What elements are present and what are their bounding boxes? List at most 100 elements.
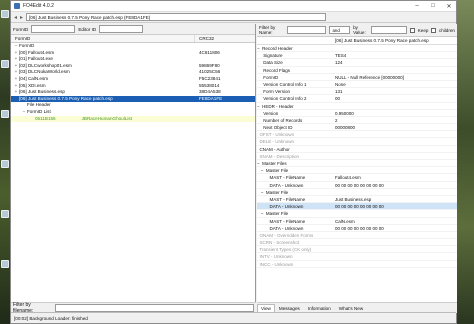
field-value[interactable]: Just Business.esp: [333, 196, 457, 202]
record-field-row[interactable]: Next Object ID 00000800: [257, 124, 457, 132]
field-value[interactable]: 0.950000: [333, 110, 457, 116]
keep-checkbox[interactable]: [410, 27, 415, 33]
tree-row[interactable]: − FormID List: [11, 109, 255, 116]
field-value[interactable]: [333, 138, 457, 144]
field-value[interactable]: [333, 261, 457, 267]
record-field-row[interactable]: − Master File: [257, 167, 457, 175]
field-value[interactable]: 00 00 00 00 00 00 00 00: [333, 182, 457, 188]
maximize-icon[interactable]: □: [429, 3, 437, 10]
desktop-shortcut-icon[interactable]: [1, 60, 9, 68]
field-value[interactable]: 131: [333, 88, 457, 94]
record-field-row[interactable]: Number of Records 2: [257, 117, 457, 125]
field-value[interactable]: None: [333, 81, 457, 87]
tree-row[interactable]: + [04] CalN.esm F5C23841: [11, 76, 255, 83]
record-field-row[interactable]: INTV - Unknown: [257, 253, 457, 261]
field-value[interactable]: [333, 153, 457, 159]
record-field-row[interactable]: ONAM - Overridden Forms: [257, 232, 457, 240]
record-field-row[interactable]: − Master Files: [257, 160, 457, 168]
desktop-shortcut-icon[interactable]: [1, 160, 9, 168]
desktop-shortcut-icon[interactable]: [1, 260, 9, 268]
field-value[interactable]: [333, 253, 457, 259]
record-field-row[interactable]: DATA - Unknown 00 00 00 00 00 00 00 00: [257, 182, 457, 189]
tree-row-label: [06] Just Business 0.7.5 Pony Race patch…: [19, 95, 113, 101]
field-value[interactable]: [333, 160, 457, 166]
tree-row[interactable]: 0511B156 JBRaceHumanGhoulList: [11, 115, 255, 123]
record-field-row[interactable]: MAST - FileName Just Business.esp: [257, 196, 457, 204]
filter-value-input[interactable]: [371, 26, 408, 34]
tree-row[interactable]: + [01] Fallout4.exe: [11, 56, 255, 63]
path-bar: ◂ ▸ [06] Just Business 0.7.5 Pony Race p…: [11, 12, 456, 23]
children-checkbox[interactable]: [431, 27, 436, 33]
field-value[interactable]: 124: [333, 59, 457, 65]
tree-row[interactable]: − [06] Just Business 0.7.5 Pony Race patc…: [11, 95, 255, 103]
record-field-row[interactable]: DATA - Unknown 00 00 00 00 00 00 00 00: [257, 203, 457, 211]
field-value[interactable]: Fallout4.esm: [333, 174, 457, 180]
tree-row[interactable]: File Header: [11, 102, 255, 109]
field-value[interactable]: [333, 146, 457, 152]
record-field-row[interactable]: FormID NULL - Null Reference [00000000]: [257, 74, 457, 81]
current-record-path[interactable]: [06] Just Business 0.7.5 Pony Race patch…: [26, 13, 327, 21]
desktop-shortcut-icon[interactable]: [1, 210, 9, 218]
formid-input[interactable]: [31, 25, 76, 33]
filter-filename-input[interactable]: [54, 304, 254, 312]
record-field-row[interactable]: Data Size 124: [257, 59, 457, 67]
tree-row[interactable]: + [06] Just Business.esp 38D4A538: [11, 89, 255, 96]
editorid-input[interactable]: [99, 25, 144, 33]
filter-name-input[interactable]: [287, 26, 327, 34]
tree-row[interactable]: + [02] DLCworkshop01.esm 59869F80: [11, 63, 255, 70]
minimize-icon[interactable]: –: [413, 3, 421, 10]
tree-row[interactable]: + [00] Fallout4.esm 4C811806: [11, 50, 255, 57]
record-field-row[interactable]: MAST - FileName Fallout4.esm: [257, 174, 457, 182]
field-value[interactable]: [333, 239, 457, 245]
column-formid[interactable]: FormID: [11, 35, 195, 42]
field-value[interactable]: [333, 210, 457, 216]
field-value[interactable]: 00 00 00 00 00 00 00 00: [333, 225, 457, 231]
field-value[interactable]: [333, 67, 457, 73]
and-or-select[interactable]: and: [329, 26, 351, 34]
field-value[interactable]: [333, 232, 457, 238]
record-field-row[interactable]: OFST - Unknown: [257, 131, 457, 139]
tree-row[interactable]: − FormID: [11, 43, 255, 50]
record-field-row[interactable]: Version 0.950000: [257, 110, 457, 117]
field-label: MAST - FileName: [257, 175, 306, 181]
forward-arrow-icon[interactable]: ▸: [20, 14, 23, 21]
close-icon[interactable]: ✕: [445, 3, 453, 10]
field-value[interactable]: [333, 131, 457, 137]
field-value[interactable]: [333, 246, 457, 252]
field-value[interactable]: 00000800: [333, 124, 457, 130]
record-field-row[interactable]: CNAM - Author: [257, 146, 457, 153]
field-value[interactable]: 2: [333, 117, 457, 123]
field-label: INTV - Unknown: [257, 254, 293, 260]
record-field-row[interactable]: SNAM - Description: [257, 153, 457, 160]
record-field-row[interactable]: MAST - FileName CalN.esm: [257, 218, 457, 225]
back-arrow-icon[interactable]: ◂: [14, 14, 17, 21]
record-field-row[interactable]: − Master File: [257, 189, 457, 196]
field-value[interactable]: CalN.esm: [333, 218, 457, 224]
record-field-row[interactable]: Record Flags: [257, 67, 457, 74]
field-value[interactable]: 00: [333, 95, 457, 101]
field-value[interactable]: [333, 45, 457, 51]
record-field-row[interactable]: − HEDR - Header: [257, 103, 457, 110]
record-field-row[interactable]: INCC - Unknown: [257, 261, 457, 268]
record-field-row[interactable]: Form Version 131: [257, 88, 457, 96]
tree-row[interactable]: + [05] XDI.esm 55538014: [11, 83, 255, 90]
record-field-row[interactable]: Transient Types (CK only): [257, 246, 457, 254]
desktop-shortcut-icon[interactable]: [1, 110, 9, 118]
record-field-row[interactable]: − Record Header: [257, 45, 457, 53]
record-field-row[interactable]: DATA - Unknown 00 00 00 00 00 00 00 00: [257, 225, 457, 232]
field-value[interactable]: [333, 189, 457, 195]
field-value[interactable]: TES4: [333, 52, 457, 58]
record-field-row[interactable]: DELE - Unknown: [257, 138, 457, 146]
record-field-row[interactable]: Version Control Info 2 00: [257, 95, 457, 103]
tree-row[interactable]: + [03] DLCNukaWorld.esm 41025C56: [11, 69, 255, 76]
record-field-row[interactable]: − Master File: [257, 210, 457, 218]
field-value[interactable]: NULL - Null Reference [00000000]: [333, 74, 457, 80]
field-value[interactable]: [333, 167, 457, 173]
record-field-row[interactable]: SCRN - Screenshot: [257, 239, 457, 247]
column-crc32[interactable]: CRC32: [195, 35, 255, 42]
desktop-shortcut-icon[interactable]: [1, 10, 9, 18]
field-value[interactable]: [333, 103, 457, 109]
record-field-row[interactable]: Version Control Info 1 None: [257, 81, 457, 89]
field-value[interactable]: 00 00 00 00 00 00 00 00: [333, 203, 457, 209]
record-field-row[interactable]: Signature TES4: [257, 52, 457, 60]
